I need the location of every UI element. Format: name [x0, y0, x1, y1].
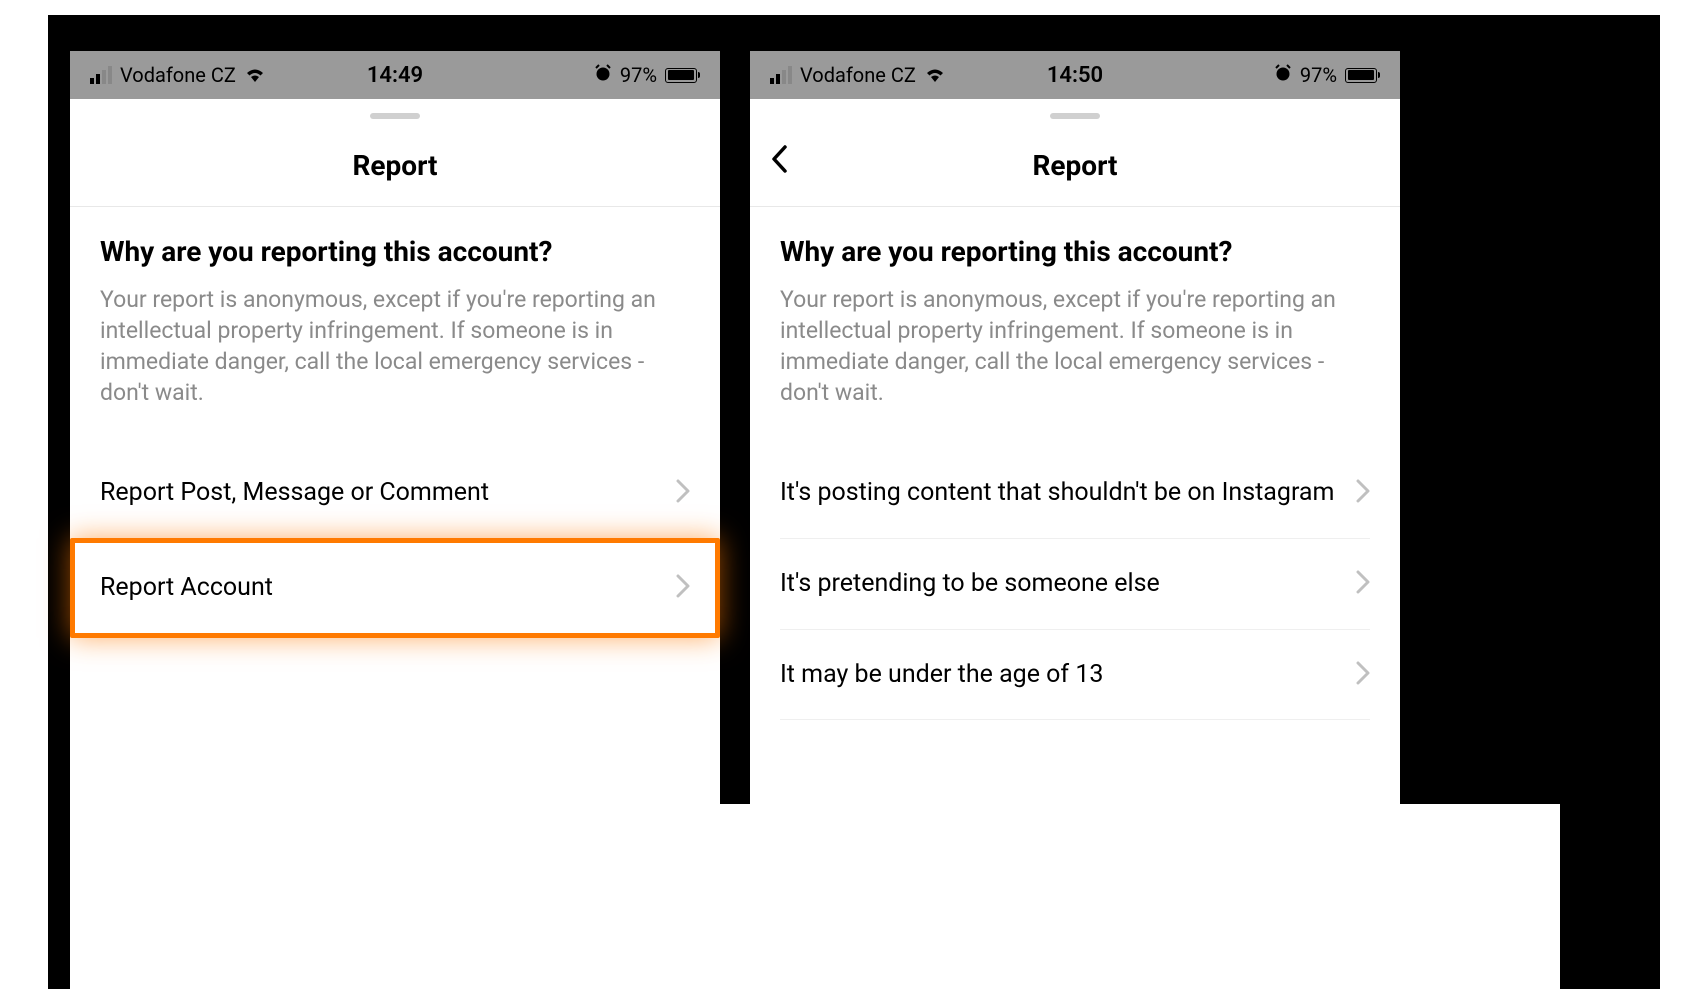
report-heading: Why are you reporting this account? [780, 235, 1370, 268]
sheet-header: Report [70, 119, 720, 207]
battery-percent: 97% [1300, 63, 1337, 87]
option-label: Report Post, Message or Comment [100, 476, 664, 510]
status-left: Vodafone CZ [90, 63, 266, 87]
option-label: It's posting content that shouldn't be o… [780, 476, 1344, 510]
alarm-icon [594, 64, 612, 87]
carrier-label: Vodafone CZ [800, 63, 916, 87]
option-report-post[interactable]: Report Post, Message or Comment [100, 448, 690, 538]
status-right: 97% [594, 63, 700, 87]
sheet-header: Report [750, 119, 1400, 207]
chevron-right-icon [1356, 570, 1370, 598]
status-time: 14:49 [367, 63, 423, 88]
option-label: It's pretending to be someone else [780, 567, 1344, 601]
report-description: Your report is anonymous, except if you'… [100, 284, 690, 408]
wifi-icon [924, 63, 946, 87]
divider [780, 719, 1370, 720]
screenshot-container: Vodafone CZ 14:49 97% Report [48, 15, 1660, 989]
cell-signal-icon [90, 66, 112, 84]
report-description: Your report is anonymous, except if you'… [780, 284, 1370, 408]
chevron-right-icon [1356, 479, 1370, 507]
status-bar: Vodafone CZ 14:49 97% [70, 51, 720, 99]
option-posting-content[interactable]: It's posting content that shouldn't be o… [780, 448, 1370, 538]
option-label: It may be under the age of 13 [780, 658, 1344, 692]
battery-percent: 97% [620, 63, 657, 87]
wifi-icon [244, 63, 266, 87]
option-pretending[interactable]: It's pretending to be someone else [780, 538, 1370, 629]
sheet-title: Report [352, 149, 437, 182]
chevron-right-icon [676, 479, 690, 507]
sheet-title: Report [1032, 149, 1117, 182]
option-label: Report Account [100, 571, 664, 605]
chevron-right-icon [676, 574, 690, 602]
chevron-right-icon [1356, 661, 1370, 689]
alarm-icon [1274, 64, 1292, 87]
battery-icon [1345, 68, 1380, 83]
status-left: Vodafone CZ [770, 63, 946, 87]
white-strip [148, 804, 1560, 989]
cell-signal-icon [770, 66, 792, 84]
report-heading: Why are you reporting this account? [100, 235, 690, 268]
status-time: 14:50 [1047, 63, 1103, 88]
status-bar: Vodafone CZ 14:50 97% [750, 51, 1400, 99]
back-button[interactable] [770, 144, 788, 182]
option-report-account[interactable]: Report Account [70, 538, 720, 638]
option-under-age[interactable]: It may be under the age of 13 [780, 629, 1370, 720]
status-right: 97% [1274, 63, 1380, 87]
battery-icon [665, 68, 700, 83]
carrier-label: Vodafone CZ [120, 63, 236, 87]
